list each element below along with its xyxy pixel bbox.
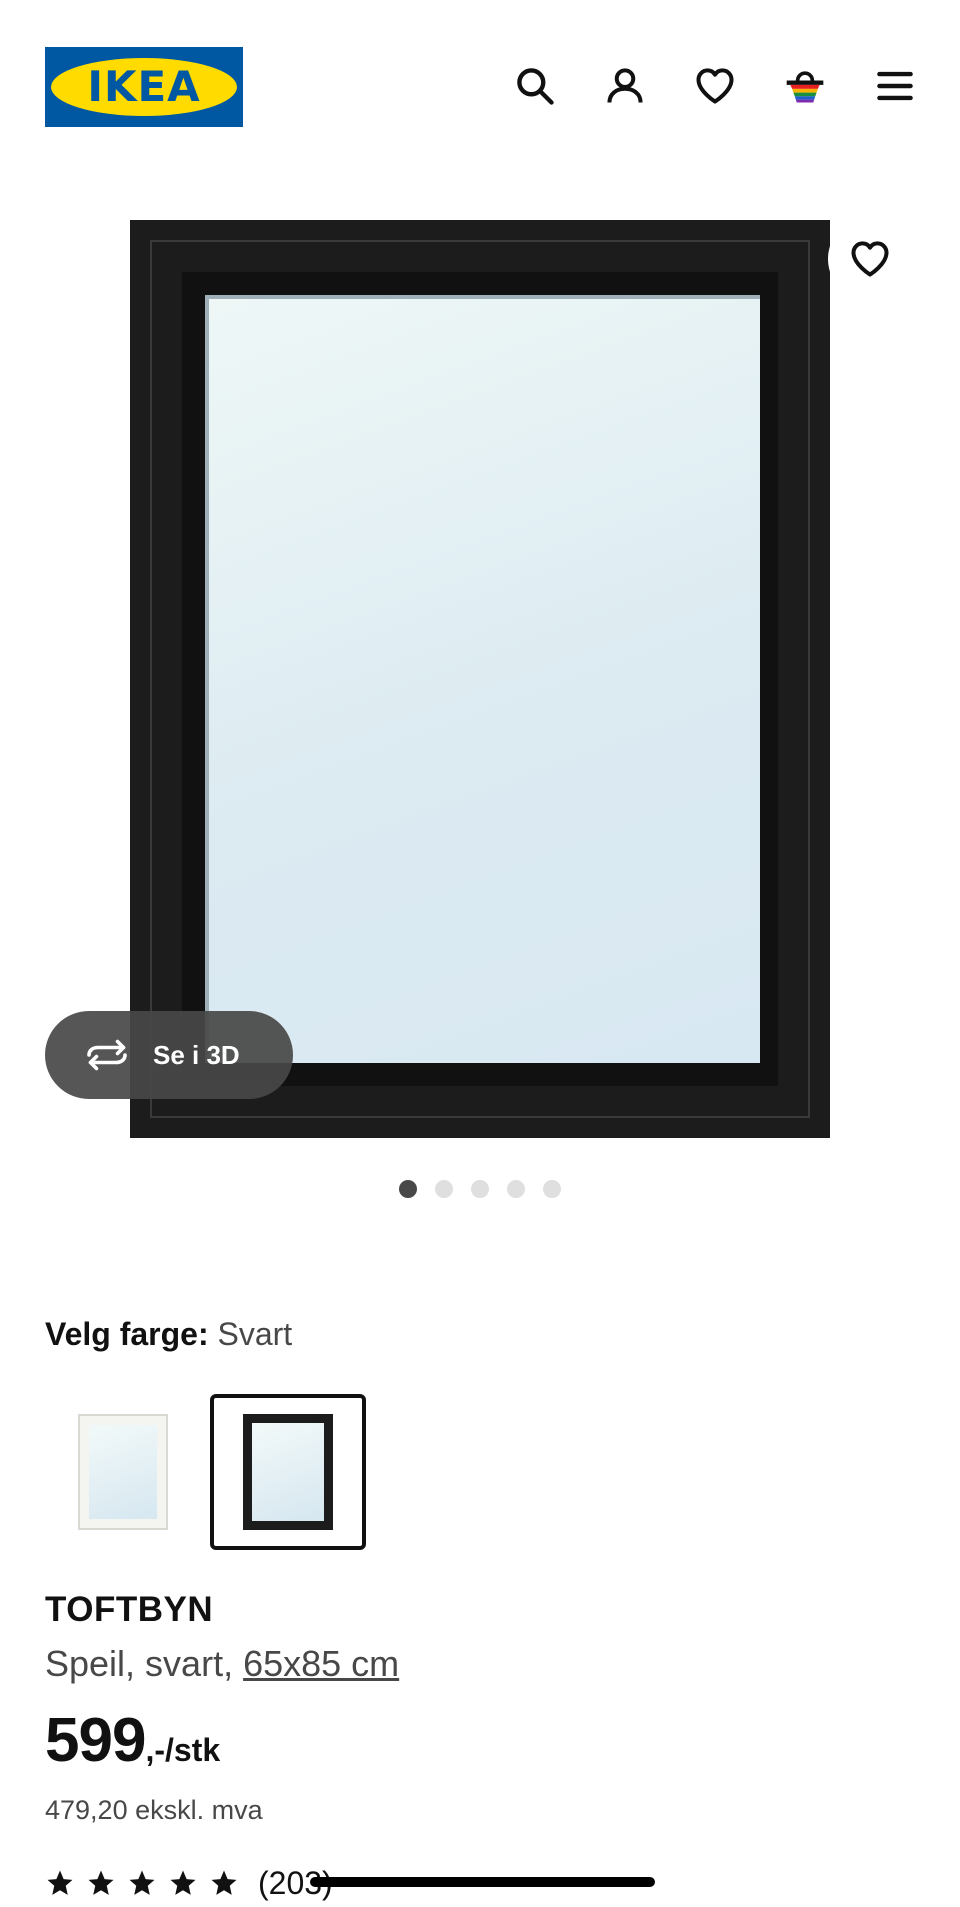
product-image[interactable] [130, 220, 830, 1138]
carousel-dot-2[interactable] [435, 1180, 453, 1198]
add-to-favourites-button[interactable] [828, 217, 912, 301]
view-in-3d-button[interactable]: Se i 3D [45, 1011, 293, 1099]
image-carousel-dots [0, 1180, 960, 1198]
carousel-dot-4[interactable] [507, 1180, 525, 1198]
account-icon[interactable] [595, 56, 655, 116]
color-swatch-white[interactable] [45, 1394, 201, 1550]
product-media: Se i 3D [0, 170, 960, 1210]
carousel-dot-1[interactable] [399, 1180, 417, 1198]
star-icon [211, 1870, 237, 1895]
star-icon [88, 1870, 114, 1895]
black-mirror-thumbnail [243, 1414, 333, 1530]
color-label-title: Velg farge: [45, 1316, 209, 1352]
rotate-3d-icon [87, 1039, 127, 1071]
basket-icon[interactable] [775, 56, 835, 116]
product-description: Speil, svart, 65x85 cm [45, 1643, 399, 1685]
color-selected-value: Svart [217, 1316, 293, 1352]
carousel-dot-3[interactable] [471, 1180, 489, 1198]
heart-icon[interactable] [685, 56, 745, 116]
ikea-logo[interactable]: IKEA [45, 47, 243, 127]
product-price: 599 ,-/stk [45, 1705, 220, 1776]
home-indicator [310, 1877, 655, 1887]
price-suffix: ,-/stk [145, 1732, 221, 1768]
price-amount: 599 [45, 1706, 146, 1775]
product-rating[interactable]: (203) [45, 1863, 333, 1903]
search-icon[interactable] [505, 56, 565, 116]
white-mirror-thumbnail [78, 1414, 168, 1530]
site-header: IKEA [0, 0, 960, 170]
carousel-dot-5[interactable] [543, 1180, 561, 1198]
color-picker-label: Velg farge: Svart [45, 1316, 292, 1353]
menu-icon[interactable] [865, 56, 925, 116]
star-icon [129, 1870, 155, 1895]
product-name: TOFTBYN [45, 1590, 214, 1629]
star-icon [47, 1870, 73, 1895]
logo-text: IKEA [87, 62, 201, 111]
color-swatch-black[interactable] [210, 1394, 366, 1550]
view-in-3d-label: Se i 3D [153, 1039, 240, 1070]
mirror-glass [205, 295, 760, 1063]
heart-icon [851, 241, 889, 277]
star-icon [170, 1870, 196, 1895]
price-excl-vat: 479,20 ekskl. mva [45, 1795, 263, 1825]
product-type: Speil, svart, [45, 1643, 234, 1684]
product-size-link[interactable]: 65x85 cm [243, 1643, 399, 1684]
